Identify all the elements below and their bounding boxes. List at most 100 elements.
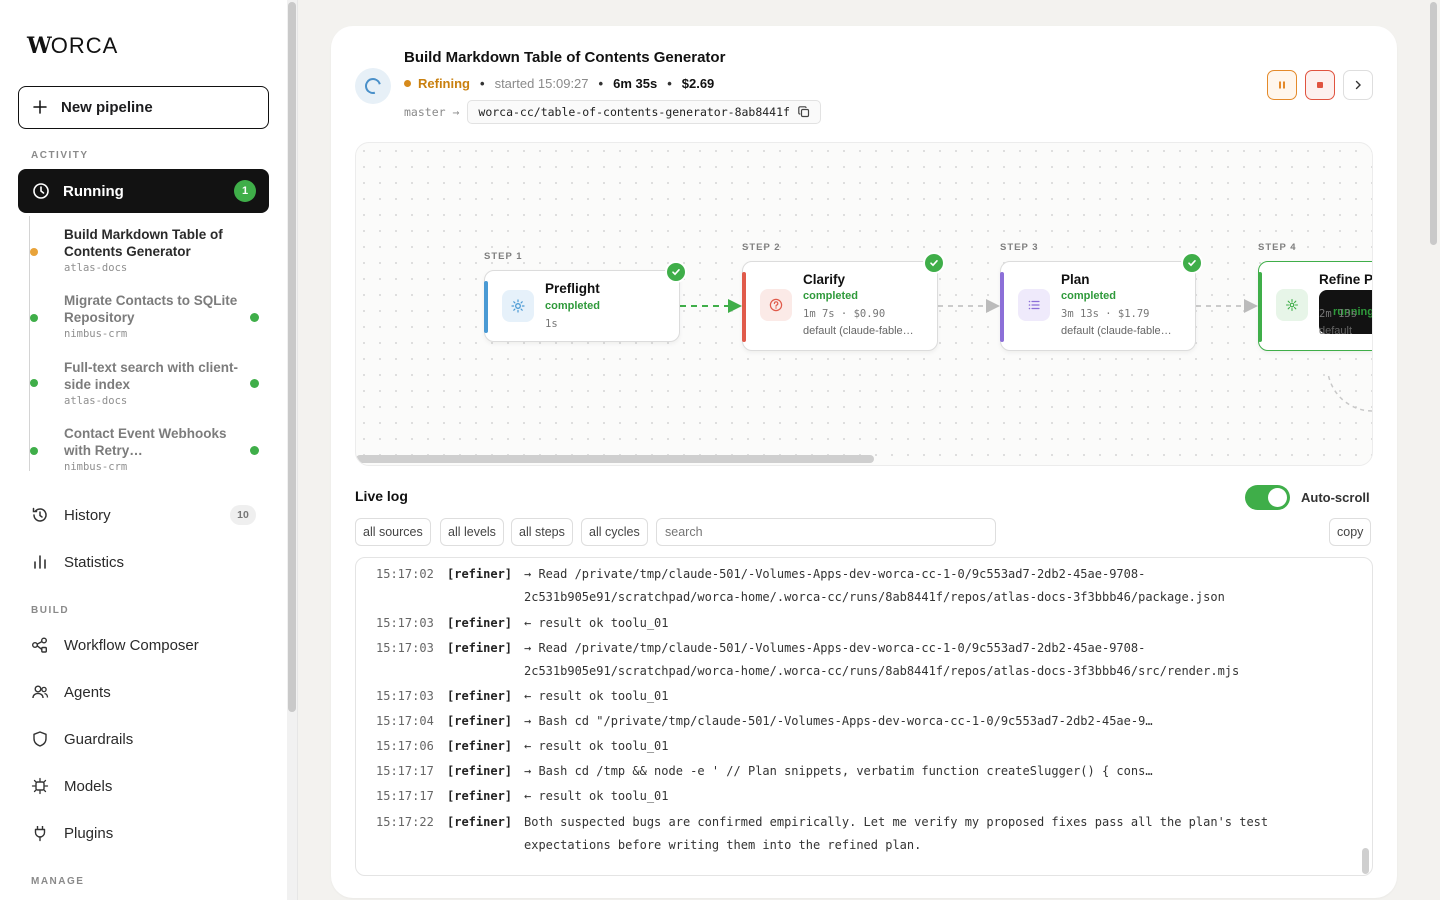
step-model: default (1319, 325, 1353, 337)
nav-agents[interactable]: Agents (31, 678, 271, 706)
logo-mark: W (27, 33, 52, 59)
run-title: Full-text search with client-side index (64, 360, 239, 392)
pipeline-title: Build Markdown Table of Contents Generat… (404, 49, 726, 66)
step-node-clarify[interactable]: Clarify completed 1m 7s · $0.90 default … (742, 252, 945, 351)
step-model: default (claude-fable… (803, 325, 914, 337)
log-timestamp: 15:17:03 (376, 689, 434, 703)
step-status: completed (1061, 290, 1117, 302)
run-item[interactable]: Full-text search with client-side index … (30, 359, 270, 407)
step-name: Refine Pl (1319, 272, 1373, 287)
nav-history[interactable]: History 10 (31, 501, 271, 529)
log-source: [refiner] (447, 714, 513, 728)
run-status-dot (250, 446, 259, 455)
step-model: default (claude-fable… (1061, 325, 1172, 337)
step-stats: 3m 13s · $1.79 (1061, 308, 1150, 320)
nav-agents-label: Agents (64, 683, 111, 701)
run-item[interactable]: Migrate Contacts to SQLite Repository ni… (30, 292, 270, 340)
canvas-scrollbar[interactable] (356, 455, 874, 463)
log-source: [refiner] (447, 689, 513, 703)
log-source: [refiner] (447, 641, 513, 655)
nav-statistics[interactable]: Statistics (31, 548, 271, 576)
nav-workflow-composer[interactable]: Workflow Composer (31, 631, 271, 659)
step-status: completed (545, 300, 601, 312)
sun-icon (502, 290, 534, 322)
workflow-icon (31, 636, 49, 654)
log-timestamp: 15:17:04 (376, 714, 434, 728)
step-node-preflight[interactable]: Preflight completed 1s (484, 261, 687, 342)
log-line: 15:17:03 [refiner] → Read /private/tmp/c… (376, 637, 1314, 683)
log-line: 15:17:03 [refiner] ← result ok toolu_01 (376, 612, 1314, 635)
worca-logo[interactable]: W ORCA (27, 33, 118, 59)
stop-button[interactable] (1305, 70, 1335, 100)
log-line: 15:17:17 [refiner] → Bash cd /tmp && nod… (376, 760, 1314, 783)
step-accent-bar (484, 281, 488, 333)
check-icon (923, 252, 945, 274)
new-pipeline-button[interactable]: New pipeline (18, 86, 269, 129)
branch-name: worca-cc/table-of-contents-generator-8ab… (478, 105, 790, 119)
log-timestamp: 15:17:22 (376, 815, 434, 829)
run-item[interactable]: Build Markdown Table of Contents Generat… (30, 226, 270, 274)
pipeline-card: Build Markdown Table of Contents Generat… (331, 26, 1397, 898)
pause-button[interactable] (1267, 70, 1297, 100)
branch-row: master → worca-cc/table-of-contents-gene… (404, 100, 821, 124)
sidebar-scrollbar-thumb[interactable] (288, 2, 296, 712)
run-repo: nimbus-crm (64, 328, 128, 340)
branch-pill[interactable]: worca-cc/table-of-contents-generator-8ab… (467, 100, 821, 124)
log-message: ← result ok toolu_01 (524, 789, 669, 803)
plus-icon (33, 98, 47, 118)
nav-statistics-label: Statistics (64, 553, 125, 571)
expand-button[interactable] (1343, 70, 1373, 100)
log-source: [refiner] (447, 567, 513, 581)
step-node-plan[interactable]: Plan completed 3m 13s · $1.79 default (c… (1000, 252, 1203, 351)
separator-dot: • (480, 76, 485, 91)
nav-running[interactable]: Running 1 (18, 169, 269, 213)
log-message: ← result ok toolu_01 (524, 689, 669, 703)
nav-guardrails[interactable]: Guardrails (31, 725, 271, 753)
pause-icon (1277, 80, 1287, 90)
filter-steps[interactable]: all steps (511, 518, 573, 546)
separator-dot: • (598, 76, 604, 91)
log-search-input[interactable] (656, 518, 996, 546)
main-scrollbar[interactable] (1429, 0, 1438, 900)
auto-scroll-toggle[interactable] (1245, 485, 1290, 510)
step-label: STEP 3 (1000, 242, 1039, 253)
nav-plugins[interactable]: Plugins (31, 819, 271, 847)
log-message: ← result ok toolu_01 (524, 616, 669, 630)
filter-cycles[interactable]: all cycles (581, 518, 648, 546)
nav-models[interactable]: Models (31, 772, 271, 800)
step-status: completed (803, 290, 859, 302)
section-label-manage: MANAGE (31, 876, 85, 887)
log-source: [refiner] (447, 789, 513, 803)
nav-models-label: Models (64, 777, 113, 795)
separator-dot: • (667, 76, 672, 91)
sidebar: W ORCA New pipeline ACTIVITY Running 1 B… (0, 0, 287, 900)
filter-levels[interactable]: all levels (440, 518, 504, 546)
bar-chart-icon (31, 553, 49, 571)
log-scrollbar[interactable] (1362, 848, 1369, 874)
copy-icon[interactable] (798, 106, 810, 118)
nav-history-label: History (64, 506, 111, 524)
main-scrollbar-thumb[interactable] (1430, 2, 1437, 245)
step-accent-bar (742, 272, 746, 342)
main-content: Build Markdown Table of Contents Generat… (298, 0, 1440, 900)
log-line: 15:17:17 [refiner] ← result ok toolu_01 (376, 785, 1314, 808)
users-icon (31, 683, 49, 701)
workflow-canvas[interactable]: STEP 1 Preflight completed 1s STEP 2 Cla… (355, 142, 1373, 466)
section-label-build: BUILD (31, 605, 70, 616)
live-log-panel[interactable]: 15:17:02 [refiner] → Read /private/tmp/c… (355, 557, 1373, 876)
pipeline-elapsed: 6m 35s (613, 76, 658, 91)
filter-sources[interactable]: all sources (355, 518, 431, 546)
pipeline-meta: Refining • started 15:09:27 • 6m 35s • $… (404, 76, 714, 91)
run-state-dot (30, 314, 38, 322)
toggle-knob (1268, 488, 1287, 507)
run-item[interactable]: Contact Event Webhooks with Retry… nimbu… (30, 425, 270, 473)
log-message: Both suspected bugs are confirmed empiri… (524, 815, 1269, 852)
sidebar-scrollbar[interactable] (287, 0, 298, 900)
step-node-refine[interactable]: Refine Pl running… 2m 13s default (1258, 261, 1373, 351)
logo-text: ORCA (50, 33, 119, 58)
check-icon (1181, 252, 1203, 274)
copy-log-button[interactable]: copy (1329, 518, 1372, 546)
stop-icon (1315, 80, 1325, 90)
run-status-dot (250, 379, 259, 388)
running-count-badge: 1 (234, 180, 256, 202)
